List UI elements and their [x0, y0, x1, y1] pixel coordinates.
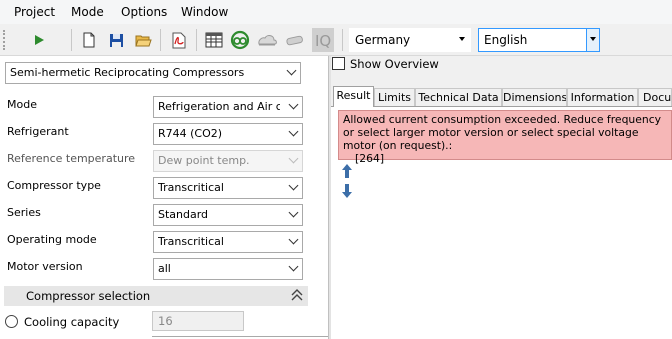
tab-limits[interactable]: Limits — [374, 88, 415, 106]
new-document-icon[interactable] — [78, 29, 100, 51]
product-group-value: Semi-hermetic Reciprocating Compressors — [10, 66, 245, 79]
operating-mode-label: Operating mode — [7, 233, 97, 246]
error-code: [264] — [355, 152, 385, 165]
chevron-down-icon — [288, 207, 299, 218]
refrigerant-label: Refrigerant — [7, 125, 69, 138]
result-tabs: Result Limits Technical Data Dimensions … — [331, 86, 672, 107]
show-overview-checkbox[interactable] — [332, 57, 345, 70]
tab-information[interactable]: Information — [567, 88, 638, 106]
iq-icon[interactable]: IQ — [312, 28, 334, 52]
tab-dimensions[interactable]: Dimensions — [502, 88, 567, 106]
chevron-down-icon — [288, 99, 299, 110]
toolbar-grip[interactable] — [3, 30, 6, 50]
toolbar-separator — [71, 29, 72, 51]
show-overview-label: Show Overview — [350, 57, 439, 71]
error-message-text: Allowed current consumption exceeded. Re… — [343, 113, 662, 152]
tab-technical-data[interactable]: Technical Data — [415, 88, 502, 106]
country-select-value: Germany — [355, 33, 411, 47]
series-value: Standard — [158, 208, 209, 221]
chevron-down-icon — [288, 234, 299, 245]
motor-version-label: Motor version — [7, 260, 83, 273]
arrow-up-icon[interactable] — [341, 163, 353, 179]
chevron-down-icon — [286, 65, 297, 76]
run-icon[interactable] — [28, 29, 50, 51]
compressor-type-select[interactable]: Transcritical — [153, 177, 303, 199]
menu-mode[interactable]: Mode — [71, 5, 104, 19]
compressor-cycle-icon[interactable] — [229, 29, 251, 51]
menu-bar: Project Mode Options Window — [0, 0, 672, 24]
compressor-type-label: Compressor type — [7, 179, 101, 192]
chevron-down-icon — [288, 180, 299, 191]
refrigerant-value: R744 (CO2) — [158, 127, 223, 140]
motor-version-select[interactable]: all — [153, 258, 303, 280]
motor-version-value: all — [158, 262, 171, 275]
cooling-capacity-radio[interactable] — [5, 315, 18, 328]
chevron-down-icon — [288, 126, 299, 137]
cooling-capacity-input[interactable]: 16 — [152, 311, 244, 331]
collapse-icon[interactable] — [290, 288, 304, 302]
mode-value: Refrigeration and Air conditioning — [158, 100, 280, 113]
pdf-icon[interactable] — [168, 29, 190, 51]
save-icon[interactable] — [105, 29, 127, 51]
menu-project[interactable]: Project — [14, 5, 55, 19]
mode-label: Mode — [7, 98, 37, 111]
series-select[interactable]: Standard — [153, 204, 303, 226]
reference-temperature-value: Dew point temp. — [158, 154, 250, 167]
section-title: Compressor selection — [26, 289, 151, 303]
chevron-down-icon — [288, 261, 299, 272]
tube-icon[interactable] — [284, 29, 306, 51]
toolbar-separator — [196, 29, 197, 51]
open-folder-icon[interactable] — [132, 29, 154, 51]
cooling-capacity-label: Cooling capacity — [24, 315, 120, 329]
arrow-down-icon[interactable] — [341, 183, 353, 199]
reference-temperature-select: Dew point temp. — [153, 150, 303, 172]
product-group-select[interactable]: Semi-hermetic Reciprocating Compressors — [5, 62, 301, 84]
toolbar-separator — [160, 29, 161, 51]
compressor-type-value: Transcritical — [158, 181, 224, 194]
operating-mode-value: Transcritical — [158, 235, 224, 248]
cloud-icon[interactable] — [256, 29, 278, 51]
menu-window[interactable]: Window — [181, 5, 228, 19]
chevron-down-icon — [459, 37, 465, 41]
series-label: Series — [7, 206, 41, 219]
reference-temperature-label: Reference temperature — [7, 152, 136, 165]
chevron-down-icon — [288, 153, 299, 164]
toolbar-separator — [342, 29, 343, 51]
tab-documents[interactable]: Docun — [638, 88, 672, 106]
table-icon[interactable] — [203, 29, 225, 51]
result-panel: Show Overview Result Limits Technical Da… — [331, 56, 672, 339]
toolbar: IQ Germany English — [0, 24, 672, 56]
operating-mode-select[interactable]: Transcritical — [153, 231, 303, 253]
result-tab-content: Allowed current consumption exceeded. Re… — [331, 106, 672, 339]
refrigerant-select[interactable]: R744 (CO2) — [153, 123, 303, 145]
compressor-selection-header[interactable]: Compressor selection — [4, 286, 308, 306]
country-select[interactable]: Germany — [349, 28, 471, 52]
mode-select[interactable]: Refrigeration and Air conditioning — [153, 96, 303, 118]
error-message: Allowed current consumption exceeded. Re… — [338, 110, 672, 165]
menu-options[interactable]: Options — [121, 5, 167, 19]
tab-result[interactable]: Result — [333, 86, 374, 107]
language-select-value: English — [484, 33, 528, 47]
language-select[interactable]: English — [478, 28, 600, 52]
chevron-down-icon — [590, 37, 596, 41]
svg-text:IQ: IQ — [315, 32, 331, 50]
